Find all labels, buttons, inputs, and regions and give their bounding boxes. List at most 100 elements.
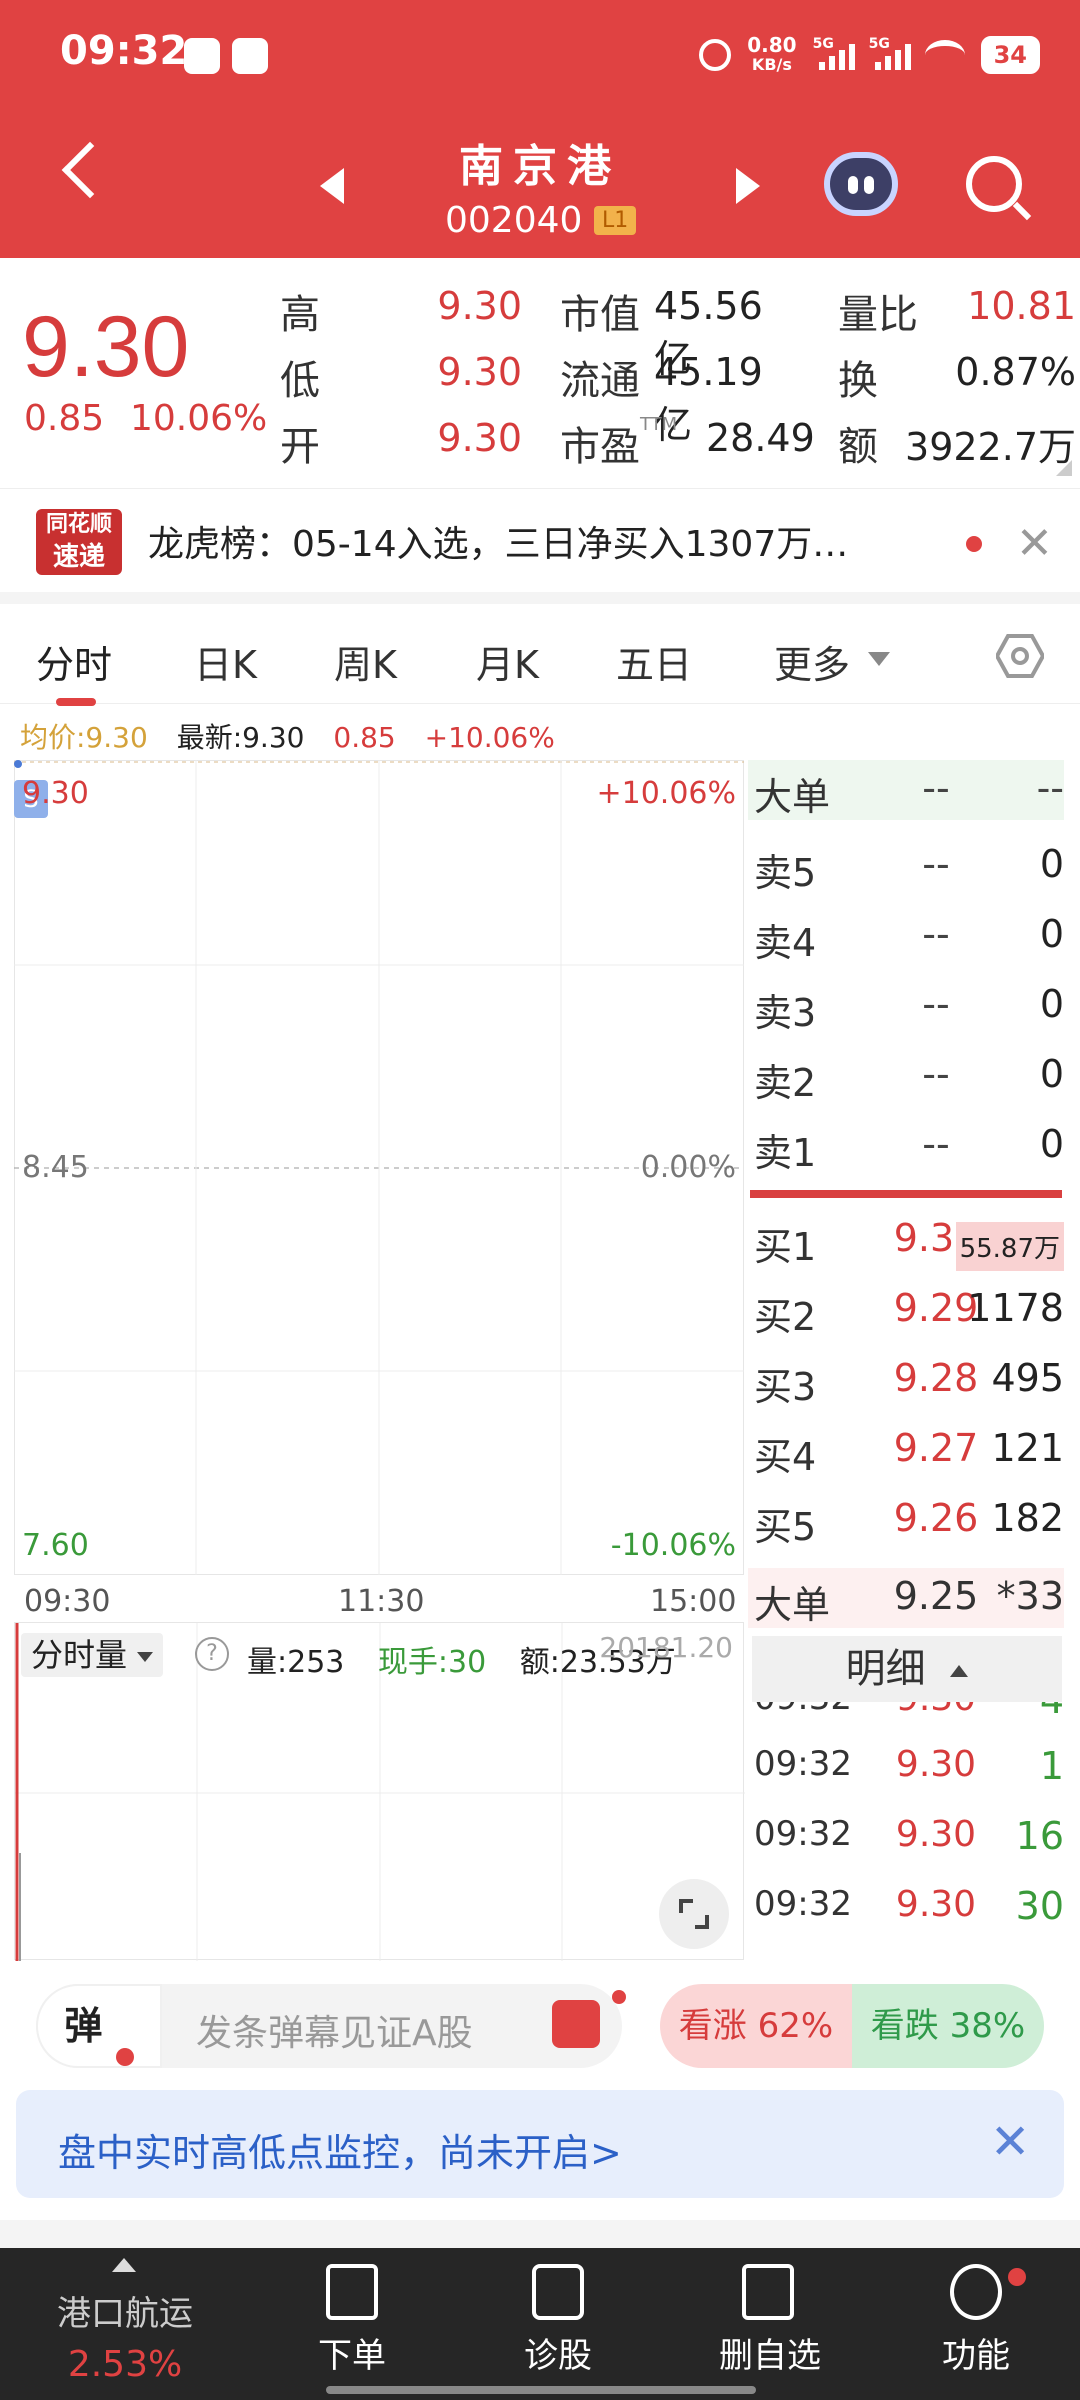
- label-float-cap: 流通: [560, 358, 640, 404]
- intraday-info-line: 均价:9.30 最新:9.30 0.85 +10.06%: [20, 716, 575, 756]
- pct-top-label: +10.06%: [596, 776, 736, 811]
- news-logo: 同花顺 速递: [36, 509, 122, 575]
- label-high: 高: [280, 292, 320, 338]
- value-pe: 28.49: [706, 416, 815, 460]
- alarm-icon: [699, 39, 732, 71]
- bid-row: 买4 9.27 121: [754, 1426, 1064, 1479]
- label-market-cap: 市值: [560, 292, 640, 338]
- ask-row: 卖5 -- 0: [754, 842, 1064, 895]
- vote-bearish-button[interactable]: 看跌 38%: [852, 1984, 1044, 2068]
- value-open: 9.30: [437, 416, 522, 460]
- tab-intraday[interactable]: 分时: [36, 634, 112, 689]
- bid-row: 买5 9.26 182: [754, 1496, 1064, 1549]
- danmu-placeholder[interactable]: 发条弹幕见证A股: [196, 2004, 473, 2056]
- label-amount: 额: [838, 424, 878, 470]
- divider: [0, 2220, 1080, 2248]
- tab-five-day[interactable]: 五日: [616, 634, 692, 689]
- diagnose-button[interactable]: 诊股: [498, 2328, 618, 2377]
- volume-panel[interactable]: 分时量 ? 量:253 现手:30 额:23.53万 20181.20: [14, 1622, 745, 1961]
- remove-favorite-icon[interactable]: [742, 2264, 794, 2320]
- close-icon[interactable]: ✕: [1016, 518, 1053, 569]
- search-icon[interactable]: [966, 156, 1022, 212]
- help-icon[interactable]: ?: [195, 1637, 229, 1671]
- news-unread-dot: [966, 536, 982, 552]
- chart-grid: [14, 760, 744, 1575]
- news-text[interactable]: 龙虎榜：05-14入选，三日净买入1307万…: [148, 515, 848, 567]
- tab-more[interactable]: 更多: [774, 634, 850, 689]
- label-turnover: 换: [838, 358, 878, 404]
- menu-icon[interactable]: [950, 2264, 1002, 2320]
- list-item: 09:329.304: [748, 1702, 1064, 1732]
- ask-row: 卖2 -- 0: [754, 1052, 1064, 1105]
- big-order-top[interactable]: 大单 -- --: [748, 760, 1064, 820]
- value-volume-ratio: 10.81: [967, 284, 1076, 328]
- price-bottom-label: 7.60: [22, 1528, 89, 1563]
- divider: [0, 592, 1080, 604]
- bid-row: 买2 9.29 1178: [754, 1286, 1064, 1339]
- home-indicator[interactable]: [326, 2386, 756, 2394]
- order-button[interactable]: 下单: [292, 2328, 412, 2377]
- remove-favorite-button[interactable]: 删自选: [700, 2328, 840, 2377]
- wifi-icon: [924, 40, 965, 70]
- order-icon[interactable]: [326, 2264, 378, 2320]
- news-bar[interactable]: 同花顺 速递 龙虎榜：05-14入选，三日净买入1307万…: [0, 488, 1080, 592]
- back-icon[interactable]: [61, 141, 119, 199]
- sector-pct: 2.53%: [67, 2344, 183, 2385]
- baidu-app-icon: [184, 38, 220, 74]
- function-button[interactable]: 功能: [916, 2328, 1036, 2377]
- chevron-down-icon[interactable]: [868, 652, 890, 666]
- expand-corner-icon[interactable]: [1056, 460, 1072, 476]
- latest-price: 最新:9.30: [176, 721, 305, 754]
- stock-code: 002040: [445, 200, 583, 241]
- time-end: 15:00: [650, 1584, 737, 1619]
- top-header: 09:32 0.80 KB/s 5G 5G 34 南京港 002040 L1: [0, 0, 1080, 258]
- label-low: 低: [280, 358, 320, 404]
- chart-tabs: 分时 日K 周K 月K 五日 更多: [0, 604, 1080, 706]
- caret-up-icon[interactable]: [112, 2258, 136, 2272]
- avg-price: 均价:9.30: [20, 721, 148, 754]
- gift-icon[interactable]: [552, 2000, 600, 2048]
- price-top-label: 9.30: [22, 776, 89, 811]
- status-time: 09:32: [60, 28, 188, 74]
- tab-monthly-k[interactable]: 月K: [476, 634, 539, 689]
- price-mid-label: 8.45: [22, 1150, 89, 1185]
- current-price: 9.30: [22, 299, 190, 395]
- label-pe: 市盈TTM: [560, 414, 678, 470]
- next-stock-icon[interactable]: [736, 168, 760, 204]
- pct-mid-label: 0.00%: [640, 1150, 736, 1185]
- monitor-text[interactable]: 盘中实时高低点监控，尚未开启>: [58, 2122, 622, 2177]
- value-amount: 3922.7万: [905, 425, 1076, 469]
- volume-selector[interactable]: 分时量: [21, 1633, 164, 1677]
- home-app-icon: [232, 38, 268, 74]
- level-badge: L1: [594, 206, 637, 235]
- list-item: 09:32 9.30 16: [754, 1814, 1064, 1858]
- tab-underline: [56, 698, 96, 706]
- diagnose-icon[interactable]: [532, 2264, 584, 2320]
- close-icon[interactable]: ✕: [990, 2114, 1030, 2170]
- intraday-chart[interactable]: S 9.30 +10.06% 8.45 0.00% 7.60 -10.06%: [14, 760, 744, 1575]
- detail-header[interactable]: 明细: [752, 1636, 1062, 1702]
- danmu-toggle[interactable]: 弹: [36, 1984, 162, 2068]
- function-notify-dot: [1008, 2268, 1026, 2286]
- time-mid: 11:30: [338, 1584, 425, 1619]
- stock-name: 南京港: [459, 141, 621, 192]
- chevron-down-icon: [137, 1652, 154, 1662]
- fullscreen-icon[interactable]: [659, 1879, 729, 1949]
- net-speed: 0.80 KB/s: [747, 33, 797, 74]
- tab-daily-k[interactable]: 日K: [194, 634, 257, 689]
- battery-icon: 34: [980, 36, 1040, 74]
- quote-panel: 9.30 0.85 10.06% 高 9.30 市值 45.56亿 量比 10.…: [0, 258, 1080, 488]
- vote-bullish-button[interactable]: 看涨 62%: [660, 1984, 852, 2068]
- value-turnover: 0.87%: [955, 350, 1076, 394]
- big-order-bottom[interactable]: 大单 9.25 *33: [748, 1568, 1064, 1628]
- latest-change: 0.85: [333, 721, 396, 754]
- prev-stock-icon[interactable]: [320, 168, 344, 204]
- detail-list[interactable]: 09:329.304 09:329.301 09:329.3016 09:329…: [748, 1702, 1064, 1960]
- value-high: 9.30: [437, 284, 522, 328]
- latest-change-pct: +10.06%: [424, 721, 555, 754]
- tab-weekly-k[interactable]: 周K: [334, 634, 397, 689]
- settings-icon[interactable]: [996, 634, 1044, 678]
- ask-row: 卖3 -- 0: [754, 982, 1064, 1035]
- robot-assistant-icon[interactable]: [824, 152, 898, 216]
- sector-name[interactable]: 港口航运: [32, 2286, 218, 2335]
